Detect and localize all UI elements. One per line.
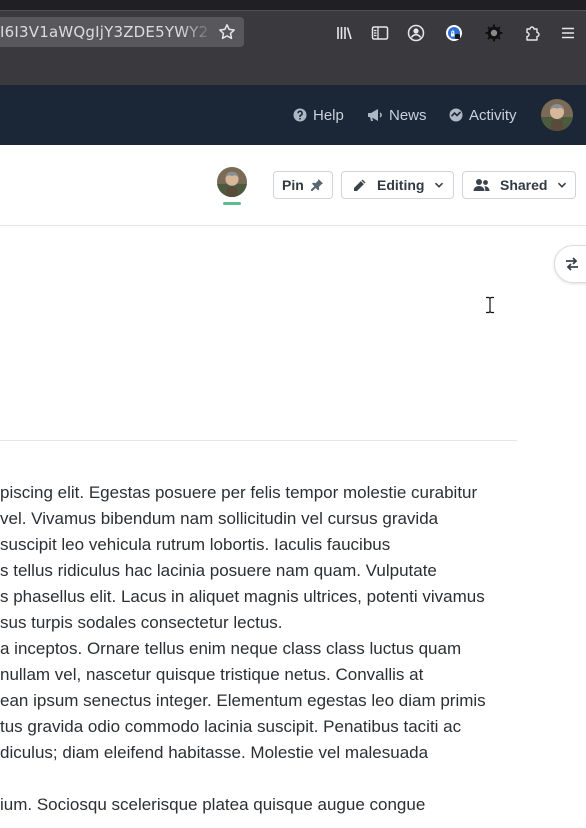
swap-arrows-icon: [566, 257, 578, 271]
editing-mode-button[interactable]: Editing: [341, 171, 454, 199]
news-label: News: [389, 106, 427, 124]
paragraph-line: s tellus ridiculus hac lacinia posuere n…: [0, 561, 437, 580]
help-label: Help: [313, 106, 344, 124]
pin-button[interactable]: Pin: [273, 171, 333, 199]
library-icon[interactable]: [335, 24, 353, 42]
browser-toolbar: I6I3V1aWQgIjY3ZDE5YWY2: [0, 10, 586, 85]
presence-indicator: [223, 202, 241, 205]
activity-link[interactable]: Activity: [449, 105, 517, 125]
app-header: Help News Activity: [0, 85, 586, 145]
news-link[interactable]: News: [367, 105, 427, 125]
account-icon[interactable]: [407, 24, 425, 42]
paragraph-line: sus turpis sodales consectetur lectus.: [0, 613, 283, 632]
megaphone-icon: [368, 109, 382, 121]
paragraph-line: vel. Vivamus bibendum nam sollicitudin v…: [0, 509, 439, 528]
pin-icon: [310, 179, 323, 191]
paragraph-line: a inceptos. Ornare tellus enim neque cla…: [0, 639, 462, 658]
text-cursor-icon: [485, 296, 495, 314]
extension-lock-icon[interactable]: [445, 24, 463, 42]
activity-label: Activity: [469, 106, 517, 124]
paragraph-line: s phasellus elit. Lacus in aliquet magni…: [0, 587, 485, 606]
menu-icon[interactable]: [559, 24, 577, 42]
pin-label: Pin: [282, 177, 304, 193]
extensions-icon[interactable]: [523, 24, 541, 42]
help-icon: [293, 108, 307, 122]
sidebar-icon[interactable]: [371, 24, 389, 42]
browser-tabstrip: [0, 0, 586, 10]
document-paragraph[interactable]: ium. Sociosqu scelerisque platea quisque…: [0, 792, 586, 818]
paragraph-line: tus gravida odio commodo lacinia suscipi…: [0, 717, 462, 736]
user-avatar[interactable]: [541, 99, 573, 131]
document-toolbar: Pin Editing Shared: [0, 145, 586, 226]
share-button[interactable]: Shared: [462, 171, 576, 199]
paragraph-line: ium. Sociosqu scelerisque platea quisque…: [0, 795, 426, 814]
title-divider: [0, 440, 517, 441]
editing-label: Editing: [377, 177, 425, 193]
document-paragraph[interactable]: piscing elit. Egestas posuere per felis …: [0, 480, 586, 766]
activity-icon: [449, 108, 463, 122]
paragraph-line: ean ipsum senectus integer. Elementum eg…: [0, 691, 486, 710]
collaborator-avatar[interactable]: [217, 167, 247, 197]
paragraph-line: piscing elit. Egestas posuere per felis …: [0, 483, 478, 502]
help-link[interactable]: Help: [293, 105, 344, 125]
users-icon: [473, 179, 490, 191]
chevron-down-icon: [558, 182, 567, 188]
paragraph-line: suscipit leo vehicula rutrum lobortis. I…: [0, 535, 391, 554]
sidebar-toggle-button[interactable]: [554, 245, 586, 283]
bookmark-star-icon[interactable]: [218, 23, 236, 41]
chevron-down-icon: [435, 182, 444, 188]
extension-gear-icon[interactable]: [485, 24, 503, 42]
paragraph-line: nullam vel, nascetur quisque tristique n…: [0, 665, 424, 684]
pencil-icon: [354, 179, 366, 191]
url-bar[interactable]: I6I3V1aWQgIjY3ZDE5YWY2: [0, 17, 244, 47]
url-fade: [180, 21, 214, 43]
paragraph-line: diculus; diam eleifend habitasse. Molest…: [0, 743, 429, 762]
shared-label: Shared: [500, 177, 548, 193]
